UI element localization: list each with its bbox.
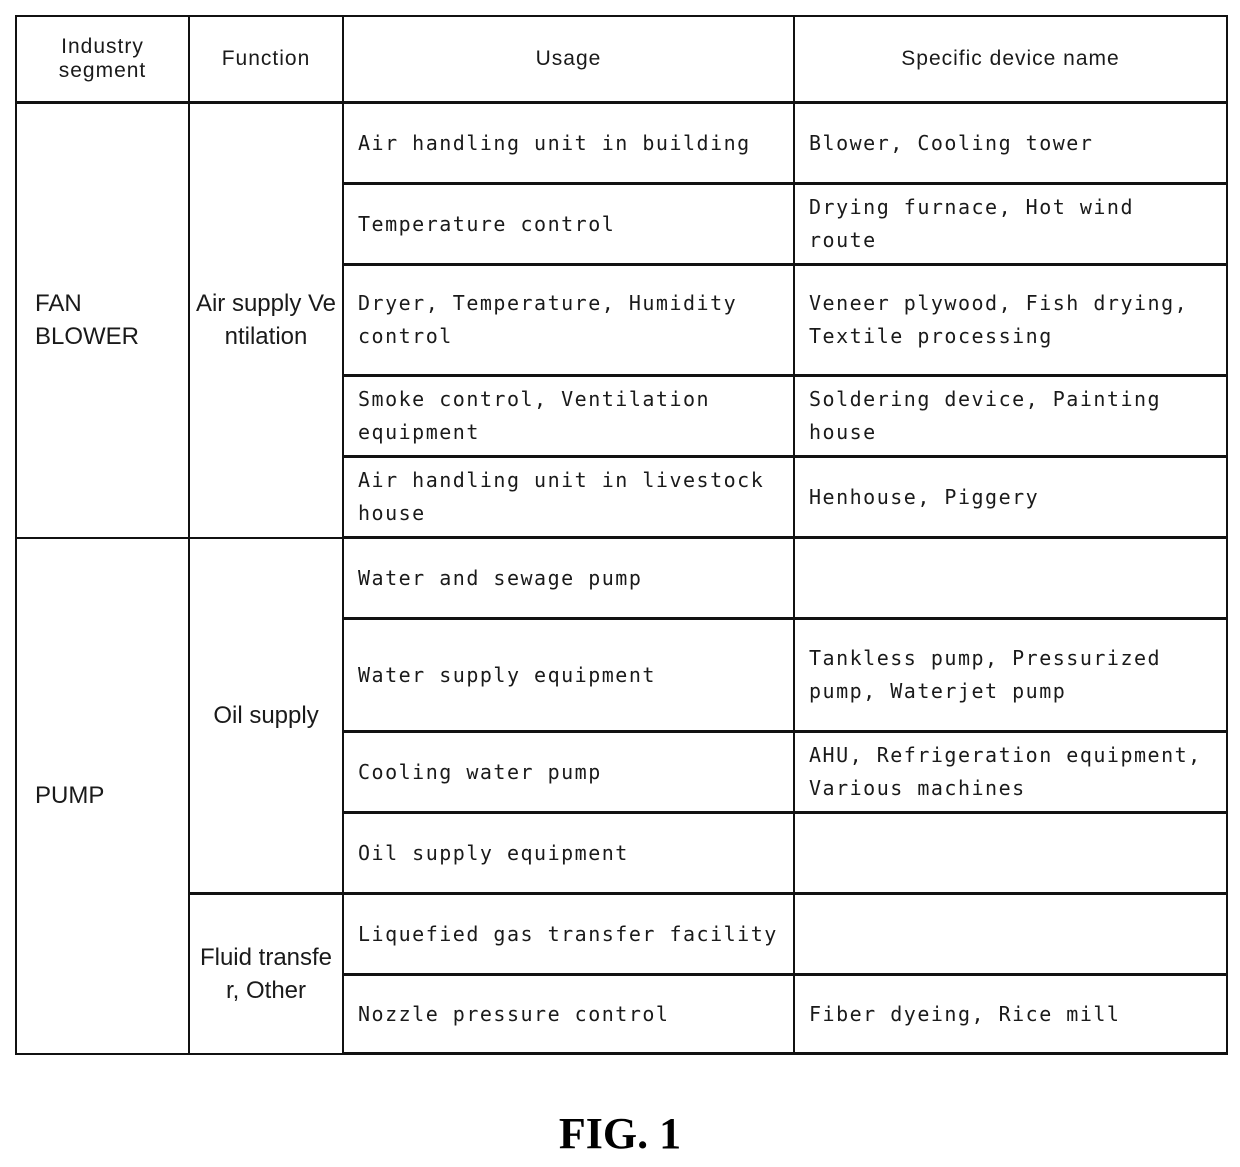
function-cell-oil-supply: Oil supply (188, 536, 344, 895)
header-industry-segment: Industry segment (15, 15, 190, 104)
device-cell: Blower, Cooling tower (793, 101, 1228, 185)
header-function: Function (188, 15, 344, 104)
device-cell: Tankless pump, Pressurized pump, Waterje… (793, 617, 1228, 733)
function-cell-fluid-transfer: Fluid transfer, Other (188, 892, 344, 1055)
device-cell: Drying furnace, Hot wind route (793, 182, 1228, 266)
usage-cell: Air handling unit in building (342, 101, 795, 185)
header-usage: Usage (342, 15, 795, 104)
usage-cell: Dryer, Temperature, Humidity control (342, 263, 795, 377)
device-cell: Henhouse, Piggery (793, 455, 1228, 539)
usage-cell: Air handling unit in livestock house (342, 455, 795, 539)
device-cell (793, 892, 1228, 976)
table-row: FAN BLOWER Air supply Ventilation Air ha… (15, 101, 1228, 539)
device-cell: AHU, Refrigeration equipment, Various ma… (793, 730, 1228, 814)
usage-cell: Oil supply equipment (342, 811, 795, 895)
device-cell (793, 811, 1228, 895)
figure-label: FIG. 1 (558, 1109, 682, 1158)
header-device-name: Specific device name (793, 15, 1228, 104)
device-cell: Fiber dyeing, Rice mill (793, 973, 1228, 1055)
usage-cell: Nozzle pressure control (342, 973, 795, 1055)
segment-cell-pump: PUMP (15, 536, 190, 1055)
device-cell (793, 536, 1228, 620)
segment-cell-fan-blower: FAN BLOWER (15, 101, 190, 539)
usage-cell: Water and sewage pump (342, 536, 795, 620)
function-cell-air-supply: Air supply Ventilation (188, 101, 344, 539)
industry-usage-table: Industry segment Function Usage Specific… (15, 15, 1228, 1055)
device-cell: Soldering device, Painting house (793, 374, 1228, 458)
table-row: PUMP Oil supply Water and sewage pump (15, 536, 1228, 1055)
usage-cell: Smoke control, Ventilation equipment (342, 374, 795, 458)
usage-cell: Cooling water pump (342, 730, 795, 814)
usage-cell: Water supply equipment (342, 617, 795, 733)
header-row: Industry segment Function Usage Specific… (15, 15, 1228, 104)
device-cell: Veneer plywood, Fish drying, Textile pro… (793, 263, 1228, 377)
usage-cell: Temperature control (342, 182, 795, 266)
usage-cell: Liquefied gas transfer facility (342, 892, 795, 976)
table-row: Fluid transfer, Other Liquefied gas tran… (16, 892, 1228, 1055)
